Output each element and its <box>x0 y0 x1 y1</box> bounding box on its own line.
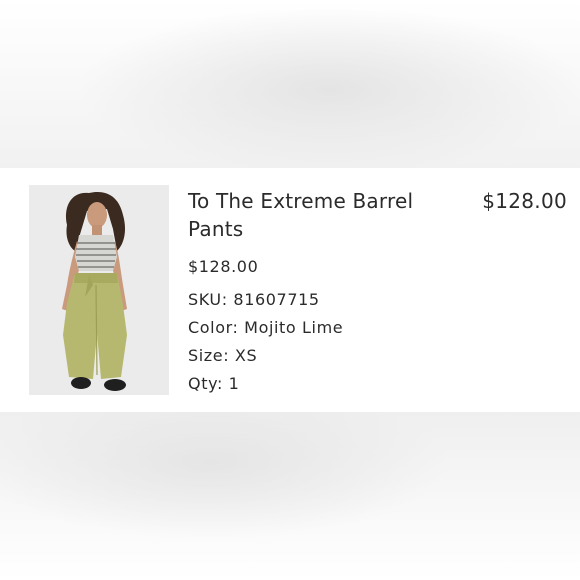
qty-row: Qty: 1 <box>188 373 343 401</box>
size-label: Size: <box>188 346 230 365</box>
cart-line-item: To The Extreme Barrel Pants $128.00 $128… <box>0 168 580 412</box>
product-attributes: SKU: 81607715 Color: Mojito Lime Size: X… <box>188 289 343 401</box>
product-image[interactable] <box>29 185 169 395</box>
screenshot-canvas: To The Extreme Barrel Pants $128.00 $128… <box>0 0 580 580</box>
qty-value: 1 <box>228 374 240 393</box>
color-value: Mojito Lime <box>244 318 344 337</box>
sku-label: SKU: <box>188 290 228 309</box>
qty-label: Qty: <box>188 374 223 393</box>
sku-row: SKU: 81607715 <box>188 289 343 317</box>
size-row: Size: XS <box>188 345 343 373</box>
color-label: Color: <box>188 318 239 337</box>
size-value: XS <box>234 346 258 365</box>
product-photo-icon <box>29 185 169 395</box>
unit-price: $128.00 <box>188 257 259 276</box>
blurred-background-top <box>0 0 580 168</box>
product-title[interactable]: To The Extreme Barrel Pants <box>188 187 418 243</box>
line-total-price: $128.00 <box>482 189 567 213</box>
blurred-background-bottom <box>0 412 580 580</box>
color-row: Color: Mojito Lime <box>188 317 343 345</box>
sku-value: 81607715 <box>233 290 320 309</box>
